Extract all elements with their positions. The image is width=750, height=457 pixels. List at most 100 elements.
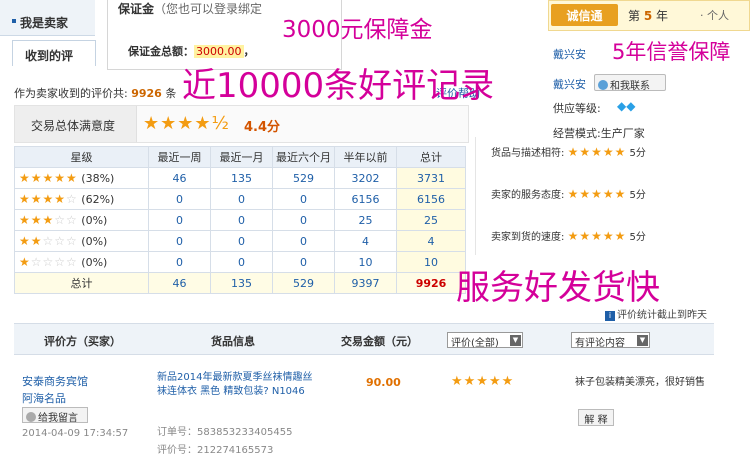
sum-label: 总计 [14,272,149,294]
chevron-down-icon: ▼ [637,335,648,346]
year-suffix: 年 [656,9,669,23]
six-cell[interactable]: 0 [272,251,335,273]
week-cell[interactable]: 0 [148,188,211,210]
satisfaction-stars-icon: ★★★★½ [143,113,230,134]
col-star: 星级 [14,146,149,168]
col-month: 最近一月 [210,146,273,168]
margin-header-label: 保证金 [118,2,155,16]
star-icon: ★★ [19,234,43,248]
star-pct: (0%) [81,256,108,269]
older-cell[interactable]: 25 [334,209,397,231]
rating-filter-select[interactable]: 评价(全部) ▼ [447,332,523,349]
year-prefix: 第 [628,9,641,23]
star-cell: ★☆☆☆☆ (0%) [14,251,149,273]
dsr-row-speed: 卖家到货的速度: ★★★★★ 5分 [491,228,646,243]
received-count: 作为卖家收到的评价共: 9926 条 [14,85,176,101]
month-cell[interactable]: 135 [210,167,273,189]
sum-six[interactable]: 529 [272,272,335,294]
empty-star-icon: ☆☆ [54,213,78,227]
overlay-service-claim: 服务好发货快 [456,268,660,308]
total-cell[interactable]: 4 [396,230,466,252]
month-cell[interactable]: 0 [210,251,273,273]
col-amount: 交易金额（元） [341,335,418,348]
credit-badge-icon: 诚信通 [551,4,618,26]
explain-button[interactable]: 解 释 [578,409,614,426]
star-icon: ★★★★ [19,192,67,206]
month-cell[interactable]: 0 [210,209,273,231]
review-comment: 袜子包装精美漂亮，很好销售 [575,377,705,388]
overlay-reviews-claim: 近10000条好评记录 [182,66,495,106]
seller-name-link[interactable]: 戴兴安 [553,76,586,92]
supply-level-label: 供应等级: [553,102,601,115]
six-cell[interactable]: 529 [272,167,335,189]
leave-message-label: 给我留言 [38,413,78,424]
month-cell[interactable]: 0 [210,230,273,252]
sum-week[interactable]: 46 [148,272,211,294]
credit-years: 第 5 年 [628,7,668,24]
nav-title-text: 我是卖家 [20,16,69,30]
table-row: ★★★☆☆ (0%) 0 0 0 25 25 [14,209,466,231]
week-cell[interactable]: 0 [148,230,211,252]
col-item: 货品信息 [211,335,255,348]
star-icon: ★★★ [19,213,55,227]
dsr-score: 5分 [629,190,646,201]
contact-me-button[interactable]: 和我联系 [594,74,666,92]
older-cell[interactable]: 4 [334,230,397,252]
col-total: 总计 [396,146,466,168]
week-cell[interactable]: 46 [148,167,211,189]
received-number: 9926 [131,87,162,100]
order-label: 订单号： [157,427,197,438]
col-week: 最近一周 [148,146,211,168]
total-cell[interactable]: 3731 [396,167,466,189]
col-older: 半年以前 [334,146,397,168]
empty-star-icon: ☆ [66,192,78,206]
leave-message-button[interactable]: 给我留言 [22,407,88,424]
star-pct: (62%) [81,193,115,206]
content-filter-select[interactable]: 有评论内容 ▼ [571,332,650,349]
week-cell[interactable]: 0 [148,209,211,231]
margin-total-tail: ， [243,45,255,58]
six-cell[interactable]: 0 [272,188,335,210]
item-title-link[interactable]: 新品2014年最新款夏季丝袜情趣丝袜连体衣 黑色 精致包装? N1046 [157,371,322,399]
tab-received-reviews[interactable]: 收到的评 [12,40,96,66]
content-filter-value: 有评论内容 [575,338,625,349]
star-icon: ★★★★★ [19,171,78,185]
sum-older[interactable]: 9397 [334,272,397,294]
margin-total-value: 3000.00 [194,45,244,58]
star-cell: ★★☆☆☆ (0%) [14,230,149,252]
six-cell[interactable]: 0 [272,209,335,231]
rating-table: 星级 最近一周 最近一月 最近六个月 半年以前 总计 ★★★★★ (38%) 4… [14,146,466,294]
total-cell[interactable]: 6156 [396,188,466,210]
star-pct: (0%) [81,214,108,227]
star-pct: (38%) [81,172,115,185]
review-no-value: 212274165573 [197,445,274,456]
total-cell[interactable]: 25 [396,209,466,231]
overlay-credit-claim: 5年信誉保障 [612,40,731,64]
received-label: 作为卖家收到的评价共: [14,87,128,100]
margin-header-note: （您也可以登录绑定 [154,2,263,16]
table-row: ★☆☆☆☆ (0%) 0 0 0 10 10 [14,251,466,273]
month-cell[interactable]: 0 [210,188,273,210]
sum-row: 总计 46 135 529 9397 9926 [14,272,466,294]
margin-header: 保证金（您也可以登录绑定 [118,0,262,17]
rating-filter-value: 评价(全部) [451,338,499,349]
buyer-link[interactable]: 安泰商务宾馆 [22,373,88,389]
star-icon: ★ [19,255,31,269]
review-star-icon: ★★★★★ [451,374,515,389]
order-number: 订单号：583853233405455 [157,423,292,438]
buyer-shop-link[interactable]: 阿海名品 [22,390,66,406]
star-cell: ★★★★★ (38%) [14,167,149,189]
order-value: 583853233405455 [197,427,293,438]
older-cell[interactable]: 6156 [334,188,397,210]
older-cell[interactable]: 3202 [334,167,397,189]
table-row: ★★★★☆ (62%) 0 0 0 6156 6156 [14,188,466,210]
sum-month[interactable]: 135 [210,272,273,294]
star-cell: ★★★★☆ (62%) [14,188,149,210]
six-cell[interactable]: 0 [272,230,335,252]
chat-icon [598,80,608,90]
dsr-label: 货品与描述相符: [491,148,565,159]
older-cell[interactable]: 10 [334,251,397,273]
empty-star-icon: ☆☆☆ [42,234,78,248]
week-cell[interactable]: 0 [148,251,211,273]
seller-name-link[interactable]: 戴兴安 [553,46,586,62]
